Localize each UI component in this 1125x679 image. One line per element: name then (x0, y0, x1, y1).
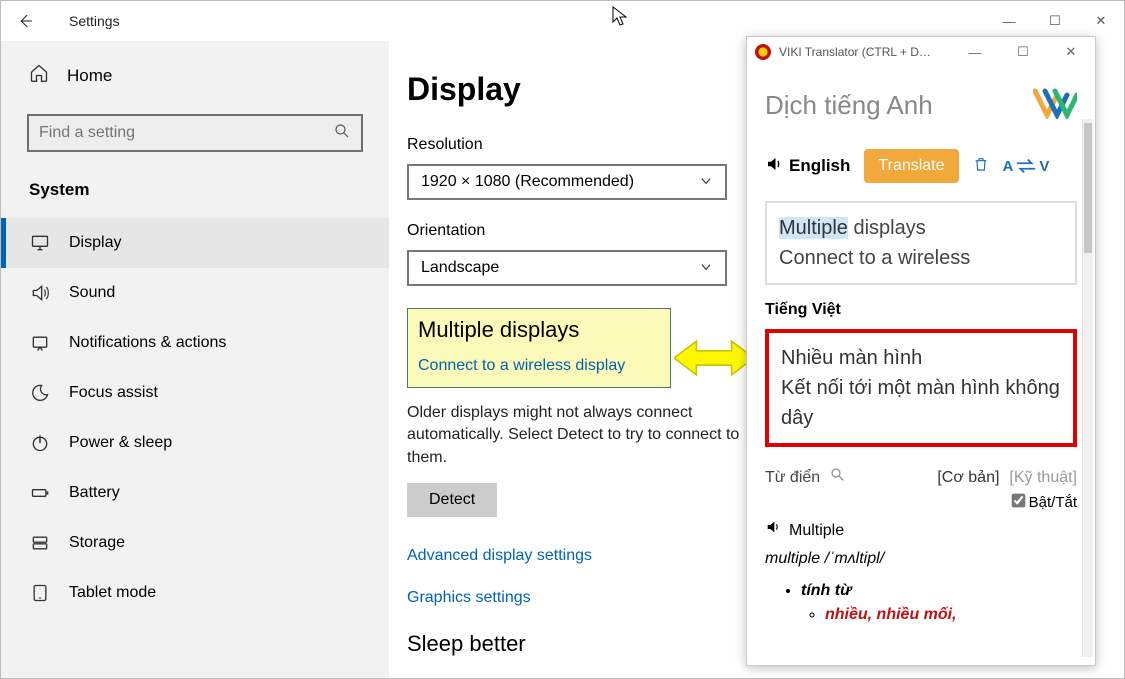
sidebar: Home System Display Sound Notifications & … (1, 41, 389, 678)
nav-label: Sound (69, 284, 115, 302)
translate-button[interactable]: Translate (864, 149, 958, 183)
nav-item-tablet-mode[interactable]: Tablet mode (1, 568, 389, 618)
nav-item-focus-assist[interactable]: Focus assist (1, 368, 389, 418)
dictionary-tabs: Từ điển [Cơ bản] [Kỹ thuật] (765, 467, 1077, 488)
viki-header: Dịch tiếng Anh (765, 87, 1077, 123)
minimize-button[interactable]: — (986, 5, 1032, 37)
orientation-select[interactable]: Landscape (407, 250, 727, 286)
source-rest1: displays (848, 217, 926, 239)
nav-item-display[interactable]: Display (1, 218, 389, 268)
dict-word: Multiple (789, 519, 844, 543)
multiple-displays-heading: Multiple displays (418, 317, 660, 343)
tablet-icon (29, 583, 51, 603)
dict-speaker-icon[interactable] (765, 519, 781, 543)
viki-window: VIKI Translator (CTRL + D… — ☐ ✕ Dịch ti… (746, 36, 1096, 666)
viki-header-title: Dịch tiếng Anh (765, 90, 933, 121)
connect-wireless-link[interactable]: Connect to a wireless display (418, 357, 660, 375)
dict-pos: tính từ (801, 582, 852, 599)
resolution-value: 1920 × 1080 (Recommended) (421, 173, 634, 191)
dict-tab-basic[interactable]: [Cơ bản] (937, 469, 999, 487)
close-button[interactable]: ✕ (1078, 5, 1124, 37)
english-label: English (789, 156, 850, 176)
viki-app-icon (755, 44, 771, 60)
target-lang-label: Tiếng Việt (765, 301, 1077, 319)
nav-label: Battery (69, 484, 120, 502)
toggle-label: Bật/Tắt (1029, 494, 1077, 511)
speaker-icon (765, 155, 783, 178)
viki-actions-row: English Translate A V (765, 149, 1077, 183)
home-icon (29, 63, 49, 88)
sound-icon (29, 283, 51, 303)
nav-item-notifications-actions[interactable]: Notifications & actions (1, 318, 389, 368)
scrollbar-thumb[interactable] (1084, 123, 1092, 253)
viki-scrollbar[interactable] (1082, 119, 1093, 657)
out-line2: Kết nối tới một màn hình không dây (781, 373, 1061, 433)
viki-close-button[interactable]: ✕ (1051, 44, 1091, 60)
swap-v-label: V (1039, 158, 1049, 175)
dictionary-label: Từ điển (765, 469, 820, 487)
older-displays-text: Older displays might not always connect … (407, 402, 747, 469)
nav-label: Power & sleep (69, 434, 172, 452)
power-icon (29, 433, 51, 453)
storage-icon (29, 533, 51, 553)
detect-button[interactable]: Detect (407, 483, 497, 517)
nav-label: Storage (69, 534, 125, 552)
source-line2: Connect to a wireless (779, 247, 970, 269)
nav-label: Tablet mode (69, 584, 156, 602)
double-arrow-annotation (674, 336, 754, 380)
dict-def: nhiều, nhiều mối, (825, 606, 957, 623)
source-lang[interactable]: English (765, 155, 850, 178)
swap-arrows-icon (1015, 159, 1037, 173)
back-button[interactable] (1, 1, 49, 41)
chevron-down-icon (699, 174, 713, 191)
toggle-checkbox[interactable] (1011, 494, 1025, 508)
search-icon (333, 122, 351, 144)
out-line1: Nhiều màn hình (781, 343, 1061, 373)
nav-label: Focus assist (69, 384, 158, 402)
monitor-icon (29, 233, 51, 253)
trash-icon[interactable] (973, 155, 989, 178)
system-heading: System (1, 174, 389, 218)
viki-logo-icon (1033, 87, 1077, 123)
dictionary-toggle[interactable]: Bật/Tắt (765, 494, 1077, 511)
dict-ipa: multiple /ˈmʌltipl/ (765, 547, 1077, 571)
resolution-select[interactable]: 1920 × 1080 (Recommended) (407, 164, 727, 200)
nav-list: Display Sound Notifications & actions Focus… (1, 218, 389, 618)
window-controls: — ☐ ✕ (986, 5, 1124, 37)
dict-tab-tech[interactable]: [Kỹ thuật] (1009, 469, 1077, 487)
window-title: Settings (69, 13, 120, 29)
swap-languages[interactable]: A V (1003, 158, 1050, 175)
back-arrow-icon (16, 12, 34, 30)
viki-minimize-button[interactable]: — (955, 45, 995, 60)
moon-icon (29, 383, 51, 403)
highlight-box: Multiple displays Connect to a wireless … (407, 308, 671, 388)
viki-maximize-button[interactable]: ☐ (1003, 44, 1043, 60)
search-input[interactable] (39, 124, 333, 142)
nav-item-battery[interactable]: Battery (1, 468, 389, 518)
viki-title-text: VIKI Translator (CTRL + D… (779, 45, 931, 59)
viki-body: Dịch tiếng Anh English Translate (747, 67, 1095, 665)
battery-icon (29, 483, 51, 503)
nav-label: Notifications & actions (69, 334, 226, 352)
maximize-button[interactable]: ☐ (1032, 5, 1078, 37)
source-text-box[interactable]: Multiple displays Connect to a wireless (765, 201, 1077, 285)
home-nav[interactable]: Home (1, 51, 389, 100)
viki-titlebar[interactable]: VIKI Translator (CTRL + D… — ☐ ✕ (747, 37, 1095, 67)
orientation-value: Landscape (421, 259, 499, 277)
titlebar: Settings — ☐ ✕ (1, 1, 1124, 41)
chevron-down-icon (699, 260, 713, 277)
dictionary-body: Multiple multiple /ˈmʌltipl/ tính từ nhi… (765, 519, 1077, 627)
nav-item-power-sleep[interactable]: Power & sleep (1, 418, 389, 468)
notifications-icon (29, 333, 51, 353)
translation-output: Nhiều màn hình Kết nối tới một màn hình … (765, 329, 1077, 447)
home-label: Home (67, 66, 112, 86)
dict-search-icon[interactable] (830, 467, 846, 488)
search-box[interactable] (27, 114, 363, 152)
nav-item-sound[interactable]: Sound (1, 268, 389, 318)
nav-label: Display (69, 234, 121, 252)
nav-item-storage[interactable]: Storage (1, 518, 389, 568)
source-sel: Multiple (779, 217, 848, 239)
swap-a-label: A (1003, 158, 1014, 175)
